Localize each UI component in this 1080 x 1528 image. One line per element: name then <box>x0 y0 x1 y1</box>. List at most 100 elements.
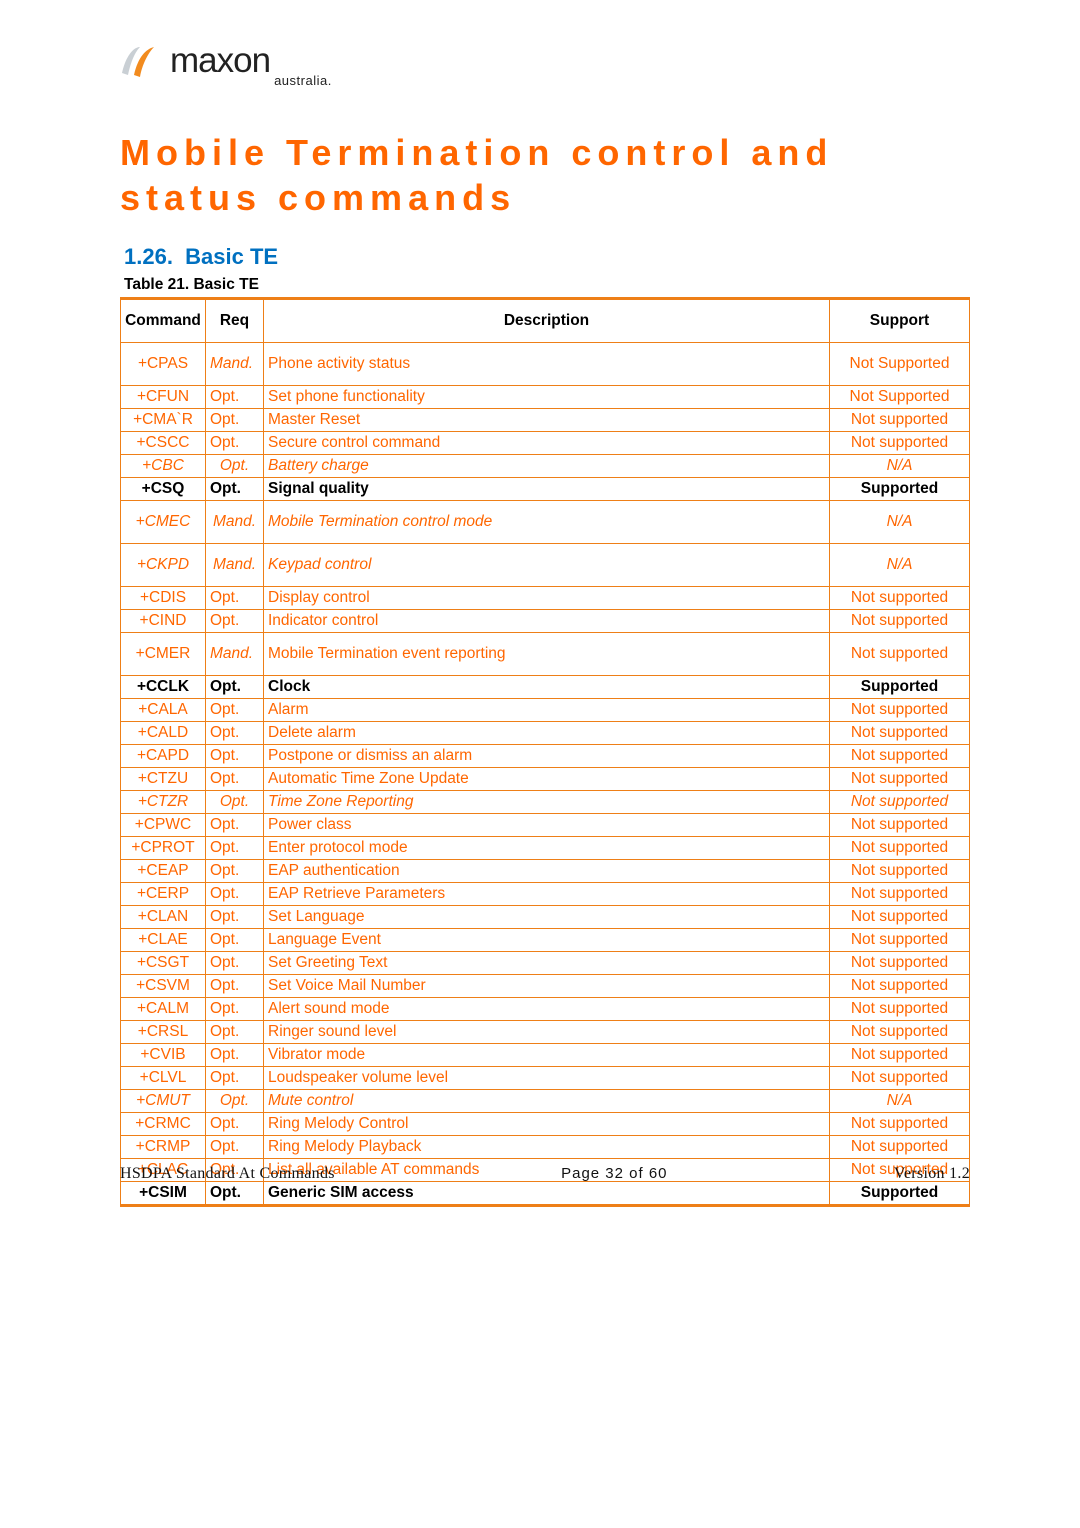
cell-sup: Not supported <box>830 975 970 998</box>
cell-cmd: +CLVL <box>121 1067 206 1090</box>
cell-cmd: +CRSL <box>121 1021 206 1044</box>
cell-sup: Not supported <box>830 837 970 860</box>
page-title: Mobile Termination control and status co… <box>120 130 970 220</box>
cell-desc: Secure control command <box>264 432 830 455</box>
cell-cmd: +CMA`R <box>121 409 206 432</box>
table-row: +CTZUOpt.Automatic Time Zone UpdateNot s… <box>121 768 970 791</box>
cell-cmd: +CLAN <box>121 906 206 929</box>
table-caption: Table 21. Basic TE <box>124 276 970 294</box>
cell-desc: Alert sound mode <box>264 998 830 1021</box>
cell-req: Opt. <box>206 455 264 478</box>
table-header-row: Command Req Description Support <box>121 299 970 343</box>
cell-cmd: +CSGT <box>121 952 206 975</box>
cell-sup: N/A <box>830 544 970 587</box>
cell-req: Opt. <box>206 1090 264 1113</box>
section-name: Basic TE <box>185 244 278 269</box>
cell-cmd: +CMER <box>121 633 206 676</box>
table-row: +CMECMand.Mobile Termination control mod… <box>121 501 970 544</box>
cell-req: Opt. <box>206 1021 264 1044</box>
cell-sup: Not Supported <box>830 343 970 386</box>
cell-desc: Display control <box>264 587 830 610</box>
table-row: +CPASMand.Phone activity statusNot Suppo… <box>121 343 970 386</box>
section-number: 1.26. <box>124 244 173 269</box>
footer-page: Page 32 of 60 <box>561 1165 667 1183</box>
table-row: +CALDOpt.Delete alarmNot supported <box>121 722 970 745</box>
cell-cmd: +CLAE <box>121 929 206 952</box>
cell-req: Opt. <box>206 952 264 975</box>
table-row: +CSIMOpt.Generic SIM accessSupported <box>121 1182 970 1206</box>
cell-desc: Vibrator mode <box>264 1044 830 1067</box>
cell-desc: Generic SIM access <box>264 1182 830 1206</box>
cell-sup: Not Supported <box>830 386 970 409</box>
table-row: +CERPOpt.EAP Retrieve ParametersNot supp… <box>121 883 970 906</box>
cell-cmd: +CTZU <box>121 768 206 791</box>
cell-desc: Delete alarm <box>264 722 830 745</box>
cell-req: Opt. <box>206 929 264 952</box>
cell-req: Opt. <box>206 837 264 860</box>
cell-sup: Not supported <box>830 952 970 975</box>
cell-desc: Enter protocol mode <box>264 837 830 860</box>
cell-sup: Not supported <box>830 814 970 837</box>
cell-desc: Ring Melody Playback <box>264 1136 830 1159</box>
logo-mark-icon <box>120 43 160 77</box>
cell-desc: EAP authentication <box>264 860 830 883</box>
cell-sup: Not supported <box>830 745 970 768</box>
cell-req: Opt. <box>206 1113 264 1136</box>
cell-desc: Indicator control <box>264 610 830 633</box>
table-row: +CKPDMand.Keypad controlN/A <box>121 544 970 587</box>
cell-desc: Signal quality <box>264 478 830 501</box>
cell-req: Opt. <box>206 478 264 501</box>
table-row: +CLVLOpt.Loudspeaker volume levelNot sup… <box>121 1067 970 1090</box>
cell-sup: Not supported <box>830 633 970 676</box>
cell-sup: Not supported <box>830 768 970 791</box>
cell-sup: Not supported <box>830 699 970 722</box>
cell-sup: Not supported <box>830 906 970 929</box>
cell-cmd: +CFUN <box>121 386 206 409</box>
cell-sup: Not supported <box>830 409 970 432</box>
cell-sup: Not supported <box>830 1113 970 1136</box>
col-command: Command <box>121 299 206 343</box>
cell-req: Opt. <box>206 814 264 837</box>
cell-cmd: +CSCC <box>121 432 206 455</box>
cell-req: Opt. <box>206 975 264 998</box>
table-row: +CSVMOpt.Set Voice Mail NumberNot suppor… <box>121 975 970 998</box>
table-row: +CFUNOpt.Set phone functionalityNot Supp… <box>121 386 970 409</box>
cell-req: Opt. <box>206 1182 264 1206</box>
cell-cmd: +CKPD <box>121 544 206 587</box>
cell-req: Opt. <box>206 768 264 791</box>
cell-cmd: +CRMP <box>121 1136 206 1159</box>
cell-req: Opt. <box>206 906 264 929</box>
cell-sup: Not supported <box>830 722 970 745</box>
cell-desc: Set Voice Mail Number <box>264 975 830 998</box>
cell-cmd: +CBC <box>121 455 206 478</box>
cell-sup: Not supported <box>830 1021 970 1044</box>
cell-req: Opt. <box>206 998 264 1021</box>
table-row: +CPROTOpt.Enter protocol modeNot support… <box>121 837 970 860</box>
cell-desc: Set phone functionality <box>264 386 830 409</box>
cell-cmd: +CDIS <box>121 587 206 610</box>
table-row: +CINDOpt.Indicator controlNot supported <box>121 610 970 633</box>
section-heading: 1.26. Basic TE <box>124 244 970 270</box>
cell-req: Opt. <box>206 610 264 633</box>
footer-left: HSDPA Standard At Commands <box>120 1165 335 1183</box>
cell-desc: Mobile Termination control mode <box>264 501 830 544</box>
cell-sup: Not supported <box>830 929 970 952</box>
cell-sup: Not supported <box>830 791 970 814</box>
cell-sup: Not supported <box>830 587 970 610</box>
cell-req: Opt. <box>206 699 264 722</box>
cell-cmd: +CERP <box>121 883 206 906</box>
cell-desc: Alarm <box>264 699 830 722</box>
cell-desc: Clock <box>264 676 830 699</box>
col-support: Support <box>830 299 970 343</box>
commands-table: Command Req Description Support +CPASMan… <box>120 297 970 1207</box>
cell-req: Opt. <box>206 676 264 699</box>
table-row: +CALMOpt.Alert sound modeNot supported <box>121 998 970 1021</box>
cell-req: Opt. <box>206 432 264 455</box>
cell-desc: Ring Melody Control <box>264 1113 830 1136</box>
col-req: Req <box>206 299 264 343</box>
cell-req: Opt. <box>206 1044 264 1067</box>
table-row: +CLANOpt.Set LanguageNot supported <box>121 906 970 929</box>
cell-sup: Not supported <box>830 1044 970 1067</box>
cell-cmd: +CIND <box>121 610 206 633</box>
cell-desc: Loudspeaker volume level <box>264 1067 830 1090</box>
